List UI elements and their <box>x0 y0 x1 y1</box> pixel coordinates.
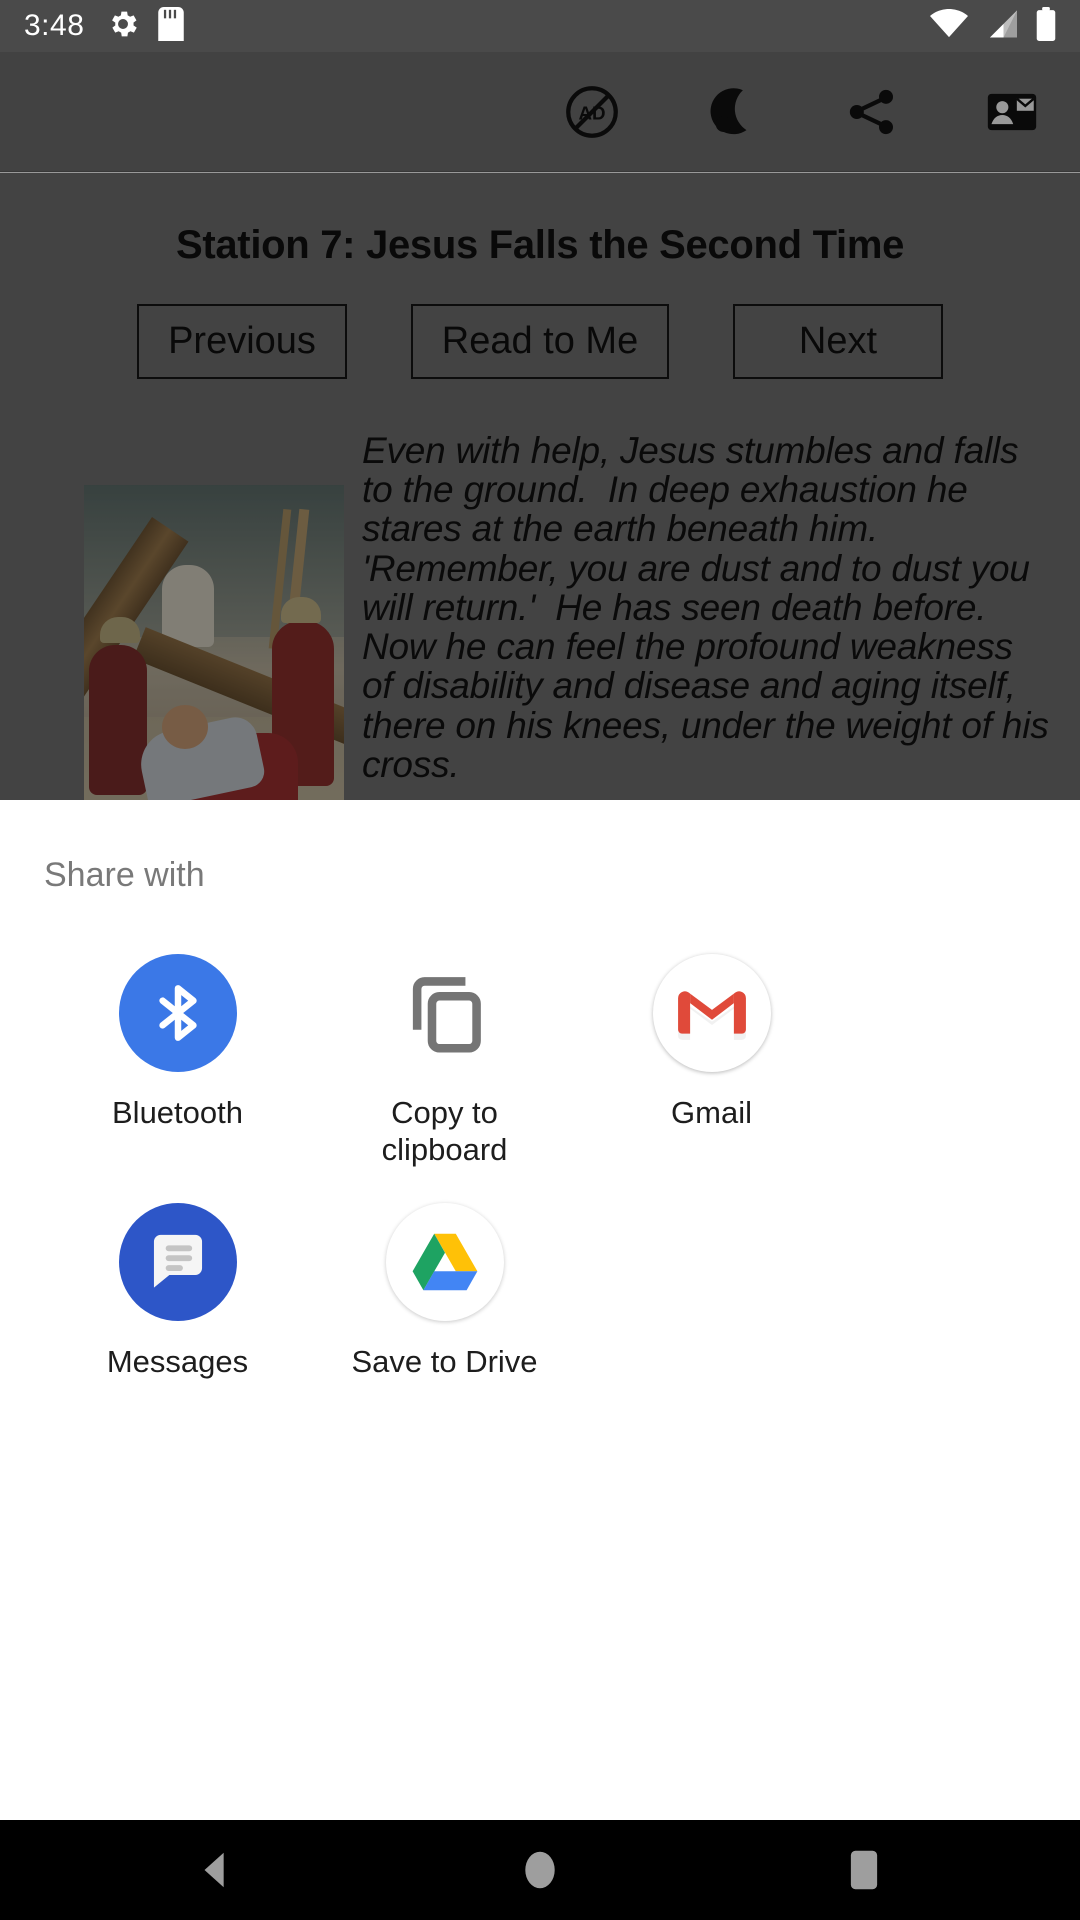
battery-icon <box>1036 6 1056 46</box>
bluetooth-icon <box>118 953 238 1073</box>
share-target-grid: Bluetooth Copy to clipboard Gmail Messag… <box>44 953 1036 1415</box>
copy-to-clipboard-icon <box>385 953 505 1073</box>
share-target-label: Copy to clipboard <box>381 1095 508 1167</box>
recents-button[interactable] <box>824 1830 904 1910</box>
phone-screen: AD <box>0 0 1080 1920</box>
back-button[interactable] <box>176 1830 256 1910</box>
home-button[interactable] <box>500 1830 580 1910</box>
sd-card-icon <box>158 6 185 46</box>
share-target-label: Messages <box>106 1344 249 1380</box>
google-drive-icon <box>385 1202 505 1322</box>
share-target-bluetooth[interactable]: Bluetooth <box>44 953 311 1168</box>
share-target-label: Gmail <box>671 1095 752 1130</box>
share-sheet: Share with Bluetooth Copy to clipboard G… <box>0 800 1080 1820</box>
status-bar: 3:48 <box>0 0 1080 52</box>
share-target-gmail[interactable]: Gmail <box>578 953 845 1168</box>
messages-icon <box>118 1202 238 1322</box>
share-target-save-to-drive[interactable]: Save to Drive <box>311 1202 578 1381</box>
share-sheet-title: Share with <box>44 856 205 894</box>
share-target-copy-to-clipboard[interactable]: Copy to clipboard <box>311 953 578 1168</box>
gmail-icon <box>652 953 772 1073</box>
status-bar-clock: 3:48 <box>24 9 85 42</box>
settings-gear-icon <box>106 7 140 46</box>
wifi-icon <box>930 8 968 44</box>
share-target-label: Save to Drive <box>351 1344 538 1380</box>
share-target-messages[interactable]: Messages <box>44 1202 311 1381</box>
system-nav-bar <box>0 1820 1080 1920</box>
cell-signal-icon <box>984 9 1020 44</box>
share-target-label: Bluetooth <box>112 1095 243 1130</box>
